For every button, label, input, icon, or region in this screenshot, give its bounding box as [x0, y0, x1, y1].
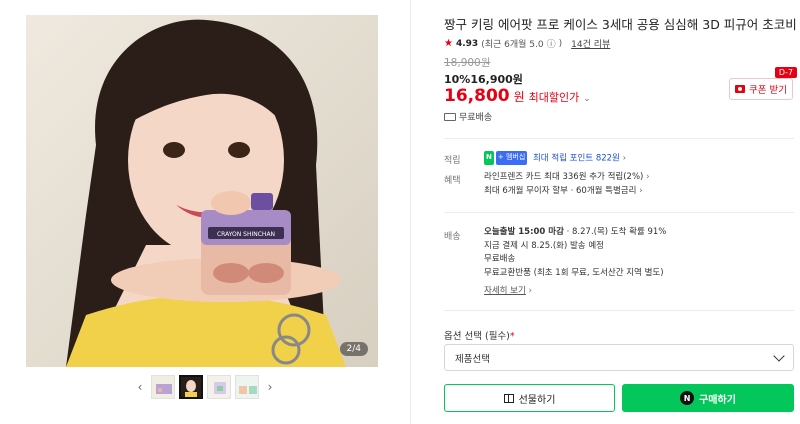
- benefit-list: 라인프렌즈 카드 최대 336원 추가 적립(2%) › 최대 6개월 무이자 …: [484, 171, 650, 198]
- option-select-value: 제품선택: [455, 353, 490, 365]
- max-discount-row[interactable]: 16,800 원 최대할인가 ⌄: [444, 86, 591, 106]
- shipping-free-row: 무료배송: [444, 110, 492, 123]
- chevron-right-icon: ›: [622, 153, 627, 164]
- benefit-line-2[interactable]: 최대 6개월 무이자 할부 · 60개월 특별금리 ›: [484, 185, 650, 199]
- thumbnail-4[interactable]: [235, 375, 259, 399]
- case-label-text: CRAYON SHINCHAN: [217, 231, 275, 238]
- delivery-line-3: 무료배송: [484, 254, 516, 264]
- chevron-left-icon[interactable]: ‹: [133, 380, 147, 394]
- sale-price: 16,900원: [470, 73, 523, 86]
- chevron-down-icon: ⌄: [583, 94, 591, 104]
- option-label: 옵션 선택 (필수)*: [444, 328, 515, 342]
- truck-icon: [444, 112, 456, 121]
- delivery-today-line: 오늘출발 15:00 마감 · 8.27.(목) 도착 확률 91%: [484, 226, 666, 240]
- max-discount-label: 최대할인가: [528, 91, 580, 104]
- product-info-panel: 짱구 키링 에어팟 프로 케이스 3세대 공용 심심해 3D 피규어 초코비 ★…: [410, 0, 800, 424]
- sale-rate: 10%: [444, 73, 471, 86]
- points-value[interactable]: N + 멤버십 최대 적립 포인트 822원 ›: [484, 151, 626, 166]
- product-photo: CRAYON SHINCHAN: [66, 19, 346, 367]
- naver-n-icon: N: [484, 151, 494, 165]
- delivery-more-link: 자세히 보기: [484, 286, 526, 296]
- rating-value: 4.93: [455, 38, 479, 49]
- buy-button[interactable]: N 구매하기: [622, 384, 794, 412]
- buy-button-label: 구매하기: [699, 394, 736, 406]
- shipping-free-label: 무료배송: [459, 113, 493, 123]
- benefit-line-1[interactable]: 라인프렌즈 카드 최대 336원 추가 적립(2%) ›: [484, 171, 650, 185]
- chevron-right-icon: ›: [646, 172, 650, 182]
- divider: [444, 310, 794, 311]
- gift-icon: [503, 393, 514, 403]
- chevron-right-icon[interactable]: ›: [263, 380, 277, 394]
- naver-membership-badge: N + 멤버십: [484, 151, 528, 165]
- max-discount-price: 16,800: [444, 86, 510, 106]
- delivery-line-4: 무료교환반품 (최초 1회 무료, 도서산간 지역 별도): [484, 267, 664, 278]
- benefit-line-1-text: 라인프렌즈 카드 최대 336원 추가 적립(2%): [484, 172, 644, 182]
- thumbnail-3[interactable]: [207, 375, 231, 399]
- rating-period: (최근 6개월 5.0: [481, 40, 544, 50]
- delivery-info: 오늘출발 15:00 마감 · 8.27.(목) 도착 확률 91% 지금 결제…: [484, 226, 666, 299]
- gift-button-label: 선물하기: [518, 394, 556, 406]
- delivery-line-2: 지금 결제 시 8.25.(화) 발송 예정: [484, 240, 604, 251]
- coupon-dday-badge: D-7: [774, 67, 797, 78]
- original-price: 18,900원: [444, 57, 491, 69]
- coupon-button[interactable]: 쿠폰 받기 D-7: [729, 67, 797, 100]
- option-label-text: 옵션 선택 (필수): [444, 331, 510, 342]
- sale-price-row: 10%16,900원: [444, 71, 523, 87]
- gift-button[interactable]: 선물하기: [444, 384, 615, 412]
- coupon-label: 쿠폰 받기: [749, 85, 787, 96]
- required-mark: *: [509, 331, 515, 342]
- benefit-label: 혜택: [444, 176, 461, 186]
- rating-period-close: ): [558, 38, 563, 49]
- points-text: 최대 적립 포인트 822원: [532, 153, 620, 164]
- image-gallery: CRAYON SHINCHAN 2/4 ‹ ›: [0, 0, 410, 424]
- delivery-today-rest: · 8.27.(목) 도착 확률 91%: [563, 227, 667, 237]
- product-option-select[interactable]: 제품선택: [444, 344, 794, 371]
- product-title: 짱구 키링 에어팟 프로 케이스 3세대 공용 심심해 3D 피규어 초코비: [444, 17, 797, 32]
- info-icon[interactable]: ⓘ: [547, 37, 556, 50]
- coupon-icon: [735, 85, 745, 93]
- benefit-line-2-text: 최대 6개월 무이자 할부 · 60개월 특별금리: [484, 185, 637, 196]
- thumbnail-2[interactable]: [179, 375, 203, 399]
- delivery-more-row[interactable]: 자세히 보기 ›: [484, 285, 666, 299]
- review-count-link[interactable]: 14건 리뷰: [571, 37, 610, 50]
- rating-row: ★ 4.93 (최근 6개월 5.0 ⓘ ) 14건 리뷰: [444, 37, 610, 50]
- page-indicator: 2/4: [339, 342, 368, 356]
- thumbnail-1[interactable]: [151, 375, 175, 399]
- divider: [444, 138, 794, 139]
- chevron-right-icon: ›: [639, 185, 643, 196]
- naver-pay-icon: N: [680, 391, 695, 405]
- star-icon: ★: [444, 38, 453, 49]
- chevron-down-icon: [773, 349, 785, 362]
- max-discount-unit: 원: [513, 90, 525, 104]
- thumbnail-strip: ‹ ›: [133, 374, 277, 400]
- chevron-right-icon: ›: [528, 286, 533, 296]
- membership-plus-icon: + 멤버십: [495, 151, 528, 165]
- delivery-label: 배송: [444, 232, 461, 242]
- main-product-image[interactable]: CRAYON SHINCHAN 2/4: [26, 15, 378, 367]
- delivery-today-bold: 오늘출발 15:00 마감: [484, 227, 564, 237]
- points-label: 적립: [444, 156, 461, 166]
- divider: [444, 212, 794, 213]
